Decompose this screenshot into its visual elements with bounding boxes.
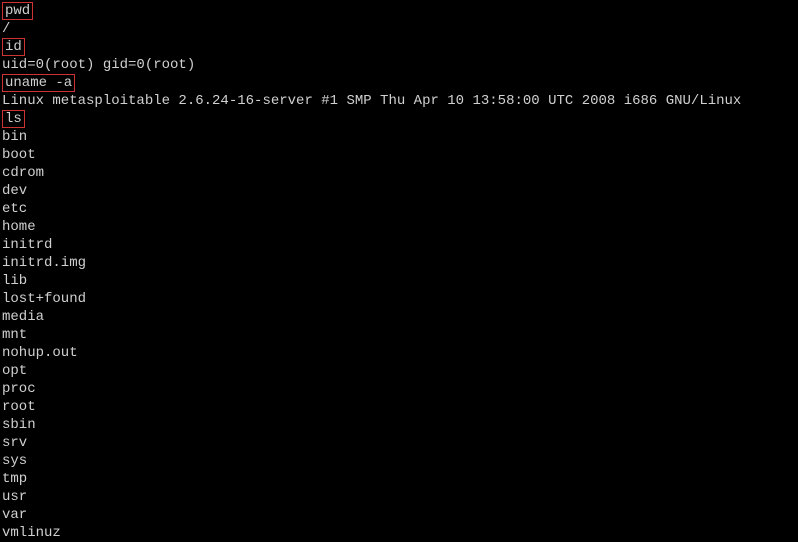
terminal-command: ls [2,110,25,128]
terminal-output-line: usr [2,488,796,506]
terminal-output-line: tmp [2,470,796,488]
terminal-output-line: Linux metasploitable 2.6.24-16-server #1… [2,92,796,110]
terminal-output-line: mnt [2,326,796,344]
terminal-output-line: media [2,308,796,326]
terminal-output-line: cdrom [2,164,796,182]
terminal-output-line: initrd.img [2,254,796,272]
terminal-command: uname -a [2,74,75,92]
terminal-output-line: lost+found [2,290,796,308]
terminal-output-line: srv [2,434,796,452]
terminal-output-line: uid=0(root) gid=0(root) [2,56,796,74]
terminal-line: pwd [2,2,796,20]
terminal-output-line: nohup.out [2,344,796,362]
terminal-command: pwd [2,2,33,20]
terminal-output-line: boot [2,146,796,164]
terminal-command: id [2,38,25,56]
terminal-output-line: root [2,398,796,416]
terminal-output-line: bin [2,128,796,146]
terminal-output-line: vmlinuz [2,524,796,542]
terminal-line: uname -a [2,74,796,92]
terminal-output[interactable]: pwd/iduid=0(root) gid=0(root)uname -aLin… [2,2,796,542]
terminal-output-line: / [2,20,796,38]
terminal-line: id [2,38,796,56]
terminal-output-line: lib [2,272,796,290]
terminal-output-line: proc [2,380,796,398]
terminal-output-line: sbin [2,416,796,434]
terminal-line: ls [2,110,796,128]
terminal-output-line: opt [2,362,796,380]
terminal-output-line: sys [2,452,796,470]
terminal-output-line: etc [2,200,796,218]
terminal-output-line: var [2,506,796,524]
terminal-output-line: home [2,218,796,236]
terminal-output-line: dev [2,182,796,200]
terminal-output-line: initrd [2,236,796,254]
